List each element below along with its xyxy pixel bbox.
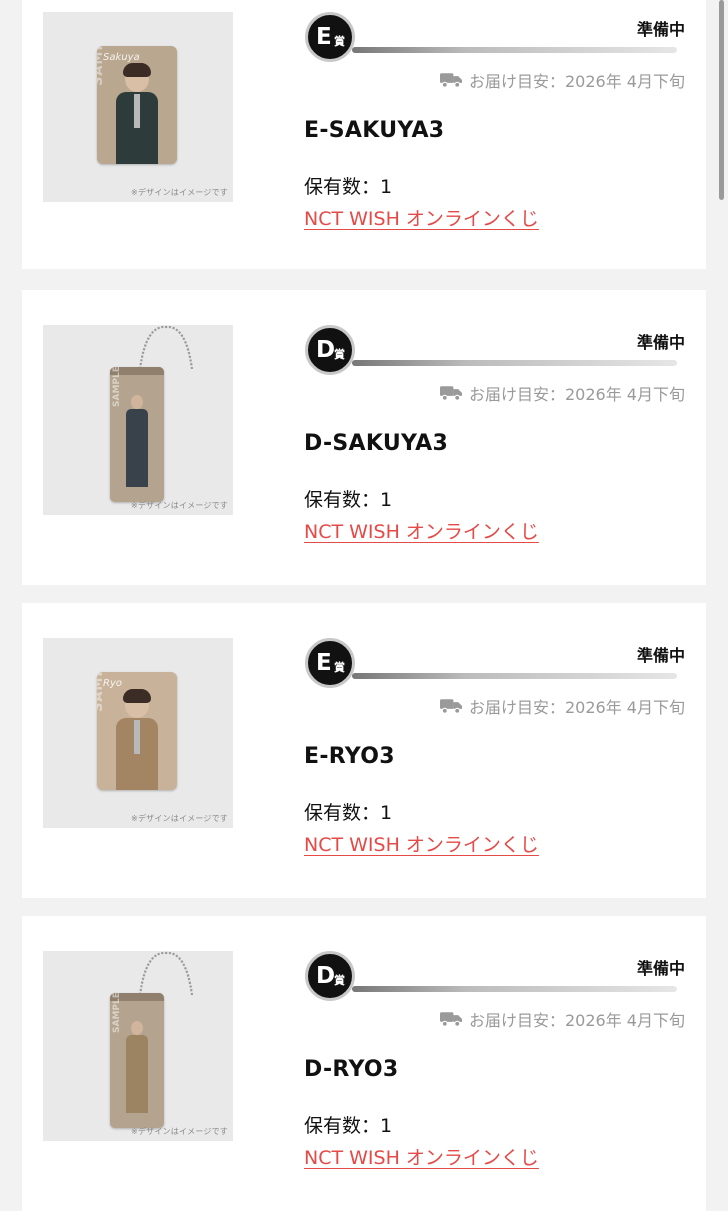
badge-kanji: 賞 — [334, 348, 345, 361]
delivery-estimate: お届け目安： 2026年 4月下旬 — [439, 381, 685, 405]
delivery-estimate: お届け目安： 2026年 4月下旬 — [439, 68, 685, 92]
signature-text: Sakuya — [103, 52, 140, 63]
delivery-date: 2026年 4月下旬 — [565, 698, 685, 717]
photo-card-image: Ryo SAMPLE — [97, 672, 177, 790]
progress-bar — [352, 360, 677, 366]
sample-watermark: SAMPLE — [112, 367, 122, 407]
scrollbar[interactable] — [719, 0, 724, 200]
truck-icon — [439, 73, 463, 88]
delivery-label: お届け目安： — [468, 72, 565, 91]
prize-rank-badge: D 賞 — [305, 325, 355, 375]
prize-name: E-RYO3 — [304, 744, 395, 769]
truck-icon — [439, 386, 463, 401]
lottery-link[interactable]: NCT WISH オンラインくじ — [304, 1143, 539, 1170]
owned-count: 保有数：1 — [304, 802, 393, 824]
sample-watermark: SAMPLE — [112, 993, 122, 1033]
image-disclaimer: ※デザインはイメージです — [131, 501, 228, 510]
sample-watermark: SAMPLE — [97, 46, 106, 86]
lottery-link[interactable]: NCT WISH オンラインくじ — [304, 204, 539, 231]
member-figure — [116, 689, 158, 790]
delivery-label: お届け目安： — [468, 1011, 565, 1030]
prize-name: E-SAKUYA3 — [304, 118, 445, 143]
delivery-label: お届け目安： — [468, 698, 565, 717]
delivery-date: 2026年 4月下旬 — [565, 72, 685, 91]
prize-rank-badge: D 賞 — [305, 951, 355, 1001]
image-disclaimer: ※デザインはイメージです — [131, 814, 228, 823]
delivery-estimate: お届け目安： 2026年 4月下旬 — [439, 1007, 685, 1031]
sample-watermark: SAMPLE — [97, 672, 106, 712]
badge-letter: E — [316, 650, 332, 676]
member-figure — [116, 63, 158, 164]
status-label: 準備中 — [636, 20, 685, 39]
prize-card[interactable]: Sakuya SAMPLE ※デザインはイメージです E 賞 準備中 お届け目安… — [22, 0, 706, 269]
truck-icon — [439, 699, 463, 714]
badge-letter: E — [316, 24, 332, 50]
prize-card[interactable]: SAMPLE ※デザインはイメージです D 賞 準備中 お届け目安： 2026年… — [22, 916, 706, 1211]
progress-bar — [352, 986, 677, 992]
prize-image[interactable]: SAMPLE ※デザインはイメージです — [43, 325, 233, 515]
status-label: 準備中 — [636, 333, 685, 352]
prize-card[interactable]: SAMPLE ※デザインはイメージです D 賞 準備中 お届け目安： 2026年… — [22, 290, 706, 585]
delivery-estimate: お届け目安： 2026年 4月下旬 — [439, 694, 685, 718]
lottery-link[interactable]: NCT WISH オンラインくじ — [304, 830, 539, 857]
member-figure — [124, 395, 150, 487]
prize-image[interactable]: Ryo SAMPLE ※デザインはイメージです — [43, 638, 233, 828]
truck-icon — [439, 1012, 463, 1027]
prize-card[interactable]: Ryo SAMPLE ※デザインはイメージです E 賞 準備中 お届け目安： 2… — [22, 603, 706, 898]
prize-rank-badge: E 賞 — [305, 12, 355, 62]
prize-rank-badge: E 賞 — [305, 638, 355, 688]
progress-bar — [352, 47, 677, 53]
prize-image[interactable]: Sakuya SAMPLE ※デザインはイメージです — [43, 12, 233, 202]
member-figure — [124, 1021, 150, 1113]
badge-kanji: 賞 — [334, 974, 345, 987]
lottery-link[interactable]: NCT WISH オンラインくじ — [304, 517, 539, 544]
prize-list: Sakuya SAMPLE ※デザインはイメージです E 賞 準備中 お届け目安… — [0, 0, 728, 1211]
badge-kanji: 賞 — [334, 35, 345, 48]
owned-count: 保有数：1 — [304, 1115, 393, 1137]
status-label: 準備中 — [636, 959, 685, 978]
prize-name: D-SAKUYA3 — [304, 431, 449, 456]
delivery-date: 2026年 4月下旬 — [565, 385, 685, 404]
progress-bar — [352, 673, 677, 679]
photo-card-image: Sakuya SAMPLE — [97, 46, 177, 164]
delivery-label: お届け目安： — [468, 385, 565, 404]
image-disclaimer: ※デザインはイメージです — [131, 188, 228, 197]
owned-count: 保有数：1 — [304, 489, 393, 511]
owned-count: 保有数：1 — [304, 176, 393, 198]
acrylic-keychain-image: SAMPLE — [110, 367, 164, 502]
delivery-date: 2026年 4月下旬 — [565, 1011, 685, 1030]
prize-name: D-RYO3 — [304, 1057, 399, 1082]
badge-letter: D — [316, 963, 336, 989]
image-disclaimer: ※デザインはイメージです — [131, 1127, 228, 1136]
prize-image[interactable]: SAMPLE ※デザインはイメージです — [43, 951, 233, 1141]
status-label: 準備中 — [636, 646, 685, 665]
acrylic-keychain-image: SAMPLE — [110, 993, 164, 1128]
badge-letter: D — [316, 337, 336, 363]
badge-kanji: 賞 — [334, 661, 345, 674]
